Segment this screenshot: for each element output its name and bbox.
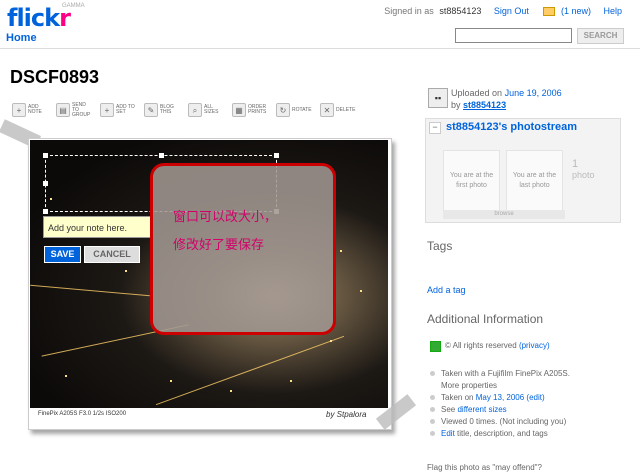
header-divider: [0, 48, 640, 49]
rights-label: © All rights reserved: [445, 341, 517, 350]
resize-handle[interactable]: [43, 153, 48, 158]
edit-info: Edit title, description, and tags: [430, 429, 548, 438]
toolbar-item[interactable]: ✎ BLOG THIS: [144, 103, 182, 117]
toolbar-item[interactable]: + ADD TO SET: [100, 103, 138, 117]
mail-icon[interactable]: [543, 7, 556, 17]
edit-rest-text: title, description, and tags: [457, 429, 548, 438]
resize-handle[interactable]: [159, 153, 164, 158]
rotate-icon: ↻: [276, 103, 290, 117]
bullet-icon: [430, 431, 435, 437]
search-input[interactable]: [455, 28, 572, 43]
toolbar-item[interactable]: ↻ ROTATE: [276, 103, 314, 117]
views-info: Viewed 0 times. (Not including you): [430, 417, 566, 426]
add-tag-link[interactable]: Add a tag: [427, 285, 466, 295]
photo-toolbar: + ADD NOTE ▤ SEND TO GROUP + ADD TO SET ✎ BLOG …: [12, 101, 358, 119]
resize-handle[interactable]: [43, 181, 48, 186]
buddy-icon[interactable]: ▪▪: [428, 88, 448, 108]
taken-on-label: Taken on: [441, 393, 474, 402]
photo-title[interactable]: DSCF0893: [10, 67, 99, 88]
help-link[interactable]: Help: [603, 6, 622, 16]
toolbar-label: SEND TO GROUP: [72, 101, 91, 118]
search-button[interactable]: SEARCH: [577, 28, 624, 44]
more-properties-link[interactable]: More properties: [441, 381, 497, 390]
toolbar-label: BLOG THIS: [160, 104, 174, 115]
delete-icon: ✕: [320, 103, 334, 117]
toolbar-label: ALL SIZES: [204, 104, 219, 115]
different-sizes-link[interactable]: different sizes: [457, 405, 506, 414]
uploaded-label: Uploaded on: [451, 88, 503, 98]
upload-info: Uploaded on June 19, 2006 by st8854123: [451, 87, 562, 111]
top-nav: Signed in as st8854123 Sign Out (1 new) …: [384, 6, 622, 17]
sizes-info: See different sizes: [430, 405, 507, 414]
edit-date-link[interactable]: (edit): [526, 393, 544, 402]
additional-info-heading: Additional Information: [427, 312, 544, 326]
upload-date-link[interactable]: June 19, 2006: [505, 88, 562, 98]
toolbar-label: ORDER PRINTS: [248, 104, 267, 115]
annotation-overlay: 窗口可以改大小， 修改好了要保存: [150, 163, 336, 335]
blog-this-icon: ✎: [144, 103, 158, 117]
toolbar-label: ADD NOTE: [28, 104, 42, 115]
by-label: by: [451, 100, 461, 110]
taken-date-link[interactable]: May 13, 2006: [476, 393, 524, 402]
see-label: See: [441, 405, 456, 414]
tags-heading: Tags: [427, 239, 453, 253]
owner-link[interactable]: st8854123: [463, 100, 506, 110]
mail-count-link[interactable]: (1 new): [561, 6, 591, 16]
sign-out-link[interactable]: Sign Out: [494, 6, 529, 16]
all-sizes-icon: ⌕: [188, 103, 202, 117]
bullet-icon: [430, 407, 435, 413]
flickr-logo[interactable]: flickr: [7, 4, 71, 32]
rights-text: © All rights reserved (privacy): [445, 341, 550, 350]
license-icon: [430, 341, 441, 352]
annotation-text: 窗口可以改大小， 修改好了要保存: [173, 204, 277, 260]
bullet-icon: [430, 371, 435, 377]
toolbar-item[interactable]: ▦ ORDER PRINTS: [232, 103, 270, 117]
camera-info: Taken with a Fujifilm FinePix A205S.: [430, 369, 570, 378]
cancel-button[interactable]: CANCEL: [84, 246, 140, 263]
photostream-title[interactable]: st8854123's photostream: [446, 121, 577, 133]
toolbar-label: ROTATE: [292, 106, 312, 113]
send-to-group-icon: ▤: [56, 103, 70, 117]
views-text: Viewed 0 times. (Not including you): [441, 417, 567, 426]
resize-handle[interactable]: [43, 209, 48, 214]
camera-text: Taken with a Fujifilm FinePix A205S.: [441, 369, 570, 378]
gamma-label: GAMMA: [62, 3, 85, 9]
logo-text: flick: [7, 4, 60, 32]
toolbar-item[interactable]: ✕ DELETE: [320, 103, 358, 117]
resize-handle[interactable]: [274, 153, 279, 158]
toolbar-item[interactable]: + ADD NOTE: [12, 103, 50, 117]
photo-byline: by Stpalora: [326, 410, 367, 419]
photo-caption: FinePix A205S F3.0 1/2s ISO200: [38, 411, 127, 417]
signed-in-label: Signed in as: [384, 6, 434, 16]
first-photo-thumb: You are at the first photo: [443, 150, 500, 212]
toolbar-item[interactable]: ▤ SEND TO GROUP: [56, 101, 94, 118]
bullet-icon: [430, 395, 435, 401]
add-to-set-icon: +: [100, 103, 114, 117]
order-prints-icon: ▦: [232, 103, 246, 117]
photo-count: 1: [572, 158, 579, 170]
thumb-text: You are at the last photo: [512, 172, 557, 189]
toolbar-item[interactable]: ⌕ ALL SIZES: [188, 103, 226, 117]
bullet-icon: [430, 419, 435, 425]
home-link[interactable]: Home: [6, 32, 37, 44]
privacy-link[interactable]: (privacy): [519, 341, 550, 350]
note-text-input[interactable]: Add your note here.: [43, 216, 153, 238]
collapse-icon[interactable]: −: [429, 122, 441, 134]
save-button[interactable]: SAVE: [44, 246, 81, 263]
edit-link[interactable]: Edit: [441, 429, 455, 438]
add-note-icon: +: [12, 103, 26, 117]
username-link[interactable]: st8854123: [439, 6, 481, 16]
thumb-text: You are at the first photo: [449, 172, 494, 189]
browse-button[interactable]: browse: [443, 210, 565, 219]
photo-count-label: photo: [572, 170, 595, 180]
annotation-line: 窗口可以改大小，: [173, 210, 278, 225]
taken-on-info: Taken on May 13, 2006 (edit): [430, 393, 545, 402]
toolbar-label: ADD TO SET: [116, 104, 135, 115]
annotation-line: 修改好了要保存: [173, 238, 265, 253]
last-photo-thumb: You are at the last photo: [506, 150, 563, 212]
toolbar-label: DELETE: [336, 106, 356, 113]
